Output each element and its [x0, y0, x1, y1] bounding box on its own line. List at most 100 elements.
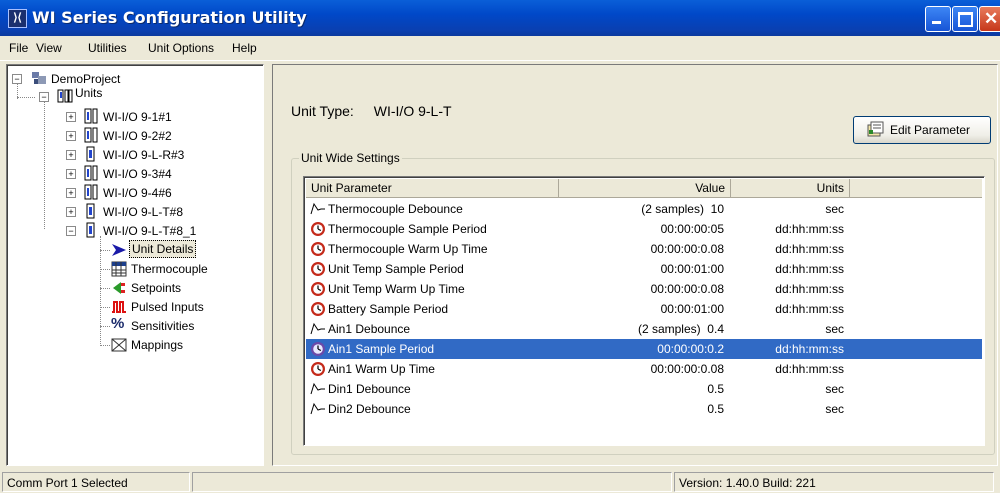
- tree-connector: [100, 288, 110, 289]
- clock-icon: [310, 221, 326, 237]
- tree-label: WI-I/O 9-L-T#8: [103, 205, 184, 219]
- tree-label: Setpoints: [131, 281, 182, 295]
- tree-label: WI-I/O 9-L-R#3: [103, 148, 185, 162]
- parameter-name: Din1 Debounce: [328, 382, 411, 396]
- expand-icon[interactable]: +: [66, 188, 76, 198]
- clock-icon: [310, 281, 326, 297]
- tree-connector: [100, 326, 110, 327]
- project-icon: [32, 72, 46, 84]
- parameter-name: Din2 Debounce: [328, 402, 411, 416]
- table-row[interactable]: Din2 Debounce 0.5 sec: [306, 399, 982, 419]
- table-row[interactable]: Thermocouple Warm Up Time 00:00:00:0.08 dd…: [306, 239, 982, 259]
- units-cell: sec: [825, 322, 844, 336]
- mapping-icon: [111, 338, 127, 352]
- units-icon: [57, 89, 73, 103]
- tree-label: Thermocouple: [131, 262, 208, 276]
- maximize-button[interactable]: [952, 6, 978, 32]
- close-button[interactable]: [979, 6, 1000, 32]
- menu-utilities[interactable]: Utilities: [88, 41, 127, 55]
- tree-label: Sensitivities: [131, 319, 195, 333]
- menu-view[interactable]: View: [36, 41, 62, 55]
- arrow-icon: [112, 244, 126, 256]
- app-icon: ⟩⟨: [8, 9, 27, 28]
- status-middle: [192, 472, 672, 492]
- wave-icon: [310, 321, 326, 337]
- units-cell: dd:hh:mm:ss: [775, 282, 844, 296]
- unit-icon: [86, 203, 95, 219]
- expand-icon[interactable]: +: [66, 207, 76, 217]
- menu-help[interactable]: Help: [232, 41, 257, 55]
- edit-parameter-button[interactable]: Edit Parameter: [853, 116, 991, 144]
- column-header-parameter[interactable]: Unit Parameter: [306, 179, 559, 197]
- tree-connector: [100, 345, 110, 346]
- collapse-icon[interactable]: −: [66, 226, 76, 236]
- value-cell: 00:00:00:0.08: [650, 362, 724, 376]
- collapse-icon[interactable]: −: [12, 74, 22, 84]
- menu-bar: File View Utilities Unit Options Help: [0, 36, 1000, 61]
- tree-label: Units: [75, 86, 103, 100]
- menu-unit-options[interactable]: Unit Options: [148, 41, 214, 55]
- tree-label: WI-I/O 9-L-T#8_1: [103, 224, 197, 238]
- expand-icon[interactable]: +: [66, 112, 76, 122]
- edit-icon: [867, 121, 884, 137]
- unit-type-label: Unit Type:: [291, 103, 354, 119]
- unit-type-value: WI-I/O 9-L-T: [373, 103, 452, 119]
- unit-icon: [86, 146, 95, 162]
- expand-icon[interactable]: +: [66, 131, 76, 141]
- parameter-name: Ain1 Debounce: [328, 322, 411, 336]
- table-row[interactable]: Thermocouple Debounce (2 samples) 10 sec: [306, 199, 982, 219]
- clock-icon: [310, 241, 326, 257]
- table-row[interactable]: Din1 Debounce 0.5 sec: [306, 379, 982, 399]
- unit-icon: [84, 108, 98, 124]
- table-row[interactable]: Ain1 Warm Up Time 00:00:00:0.08 dd:hh:mm:s…: [306, 359, 982, 379]
- table-row[interactable]: Unit Temp Sample Period 00:00:01:00 dd:hh:…: [306, 259, 982, 279]
- value-cell: 00:00:01:00: [660, 302, 724, 316]
- tree-label: Unit Details: [129, 240, 197, 258]
- units-cell: dd:hh:mm:ss: [775, 242, 844, 256]
- tree-label: WI-I/O 9-1#1: [103, 110, 172, 124]
- tree-label: WI-I/O 9-2#2: [103, 129, 172, 143]
- wave-icon: [310, 381, 326, 397]
- value-cell: 00:00:00:0.08: [650, 282, 724, 296]
- parameter-name: Thermocouple Warm Up Time: [328, 242, 488, 256]
- pulse-icon: [112, 301, 126, 313]
- menu-file[interactable]: File: [9, 41, 28, 55]
- table-row[interactable]: Ain1 Debounce (2 samples) 0.4 sec: [306, 319, 982, 339]
- project-tree[interactable]: − DemoProject − Units + WI-I/O 9-1#1 + W…: [6, 64, 264, 466]
- minimize-button[interactable]: [925, 6, 951, 32]
- title-bar[interactable]: ⟩⟨ WI Series Configuration Utility: [0, 0, 1000, 36]
- units-cell: dd:hh:mm:ss: [775, 342, 844, 356]
- units-cell: sec: [825, 382, 844, 396]
- clock-icon: [310, 341, 326, 357]
- table-row[interactable]: Unit Temp Warm Up Time 00:00:00:0.08 dd:hh…: [306, 279, 982, 299]
- unit-wide-settings-group: Unit Wide Settings Unit Parameter Value …: [291, 151, 995, 455]
- collapse-icon[interactable]: −: [39, 92, 49, 102]
- table-row[interactable]: Ain1 Sample Period 00:00:00:0.2 dd:hh:mm:s…: [306, 339, 982, 359]
- units-cell: dd:hh:mm:ss: [775, 302, 844, 316]
- column-header-units[interactable]: Units: [731, 179, 850, 197]
- tree-connector: [100, 307, 110, 308]
- value-cell: (2 samples) 0.4: [637, 322, 724, 336]
- table-icon: [111, 261, 127, 277]
- settings-list[interactable]: Unit Parameter Value Units Thermocouple …: [303, 176, 985, 446]
- units-cell: sec: [825, 202, 844, 216]
- units-cell: sec: [825, 402, 844, 416]
- unit-type: Unit Type: WI-I/O 9-L-T: [291, 103, 452, 119]
- tree-connector: [17, 97, 35, 98]
- table-row[interactable]: Thermocouple Sample Period 00:00:00:05 dd:…: [306, 219, 982, 239]
- value-cell: 00:00:00:0.08: [650, 242, 724, 256]
- value-cell: 00:00:01:00: [660, 262, 724, 276]
- value-cell: 0.5: [707, 382, 724, 396]
- unit-icon: [86, 222, 95, 238]
- unit-icon: [84, 165, 98, 181]
- setpoint-icon: [113, 282, 125, 294]
- units-cell: dd:hh:mm:ss: [775, 362, 844, 376]
- expand-icon[interactable]: +: [66, 150, 76, 160]
- tree-label: WI-I/O 9-4#6: [103, 186, 172, 200]
- table-row[interactable]: Battery Sample Period 00:00:01:00 dd:hh:mm…: [306, 299, 982, 319]
- value-cell: 0.5: [707, 402, 724, 416]
- tree-connector: [100, 250, 110, 251]
- column-header-value[interactable]: Value: [559, 179, 731, 197]
- tree-label: Mappings: [131, 338, 184, 352]
- expand-icon[interactable]: +: [66, 169, 76, 179]
